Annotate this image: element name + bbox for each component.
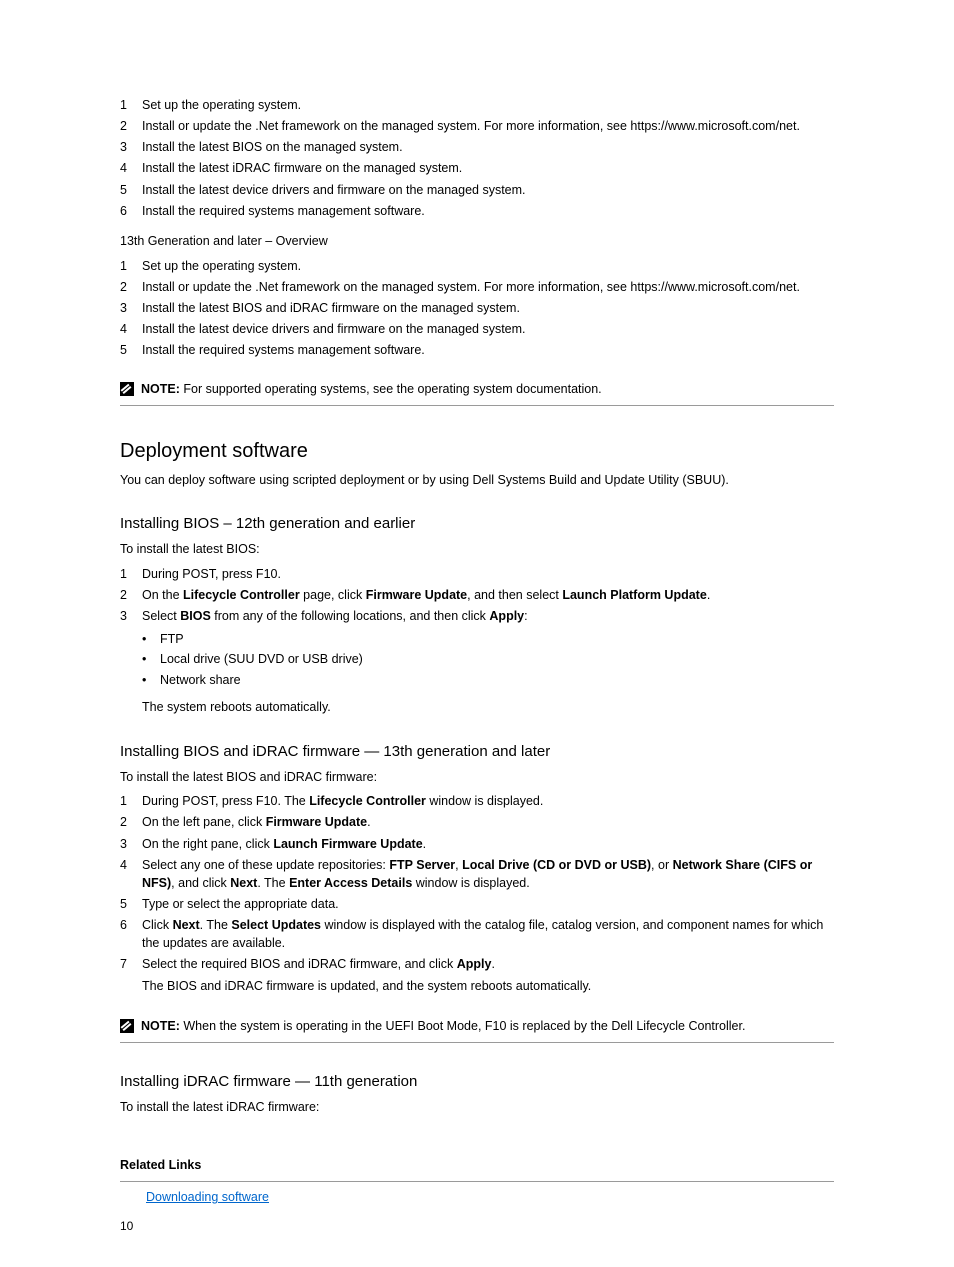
setup-steps-list-a: 1Set up the operating system. 2Install o…: [120, 96, 834, 220]
list-item: 3On the right pane, click Launch Firmwar…: [120, 835, 834, 853]
list-item: 3Select BIOS from any of the following l…: [120, 607, 834, 625]
idrac11-intro: To install the latest iDRAC firmware:: [120, 1098, 834, 1117]
related-links-heading: Related Links: [120, 1156, 834, 1175]
note-block: NOTE: When the system is operating in th…: [120, 1018, 834, 1043]
subsection-heading-bios-12g: Installing BIOS – 12th generation and ea…: [120, 515, 834, 532]
list-item: 1During POST, press F10. The Lifecycle C…: [120, 792, 834, 810]
list-item: 2On the left pane, click Firmware Update…: [120, 813, 834, 831]
note-icon: [120, 1019, 134, 1033]
deployment-body: You can deploy software using scripted d…: [120, 471, 834, 490]
g13-after: The BIOS and iDRAC firmware is updated, …: [142, 977, 834, 996]
list-item: 6Install the required systems management…: [120, 202, 834, 220]
list-item: 2Install or update the .Net framework on…: [120, 278, 834, 296]
list-item: •Network share: [142, 671, 834, 690]
list-item: 5Type or select the appropriate data.: [120, 895, 834, 913]
list-item: 4Install the latest iDRAC firmware on th…: [120, 159, 834, 177]
note-label: NOTE:: [141, 1019, 180, 1033]
note-body: When the system is operating in the UEFI…: [180, 1019, 746, 1033]
related-link-row: Downloading software: [146, 1188, 834, 1207]
note-body: For supported operating systems, see the…: [180, 382, 602, 396]
list-item: •FTP: [142, 630, 834, 649]
list-item: 2On the Lifecycle Controller page, click…: [120, 586, 834, 604]
subsection-heading-idrac-11g: Installing iDRAC firmware — 11th generat…: [120, 1073, 834, 1090]
list-item: 7Select the required BIOS and iDRAC firm…: [120, 955, 834, 973]
note-block: NOTE: For supported operating systems, s…: [120, 381, 834, 406]
list-item: •Local drive (SUU DVD or USB drive): [142, 650, 834, 669]
note-icon: [120, 382, 134, 396]
note-label: NOTE:: [141, 382, 180, 396]
list-item: 3Install the latest BIOS and iDRAC firmw…: [120, 299, 834, 317]
list-item: 4Select any one of these update reposito…: [120, 856, 834, 892]
bios-reboot-text: The system reboots automatically.: [142, 698, 834, 717]
related-link-downloading-software[interactable]: Downloading software: [146, 1190, 269, 1204]
bios-steps-list: 1During POST, press F10. 2On the Lifecyc…: [120, 565, 834, 625]
divider: [120, 1181, 834, 1182]
list-item: 2Install or update the .Net framework on…: [120, 117, 834, 135]
g13-intro: To install the latest BIOS and iDRAC fir…: [120, 768, 834, 787]
g13-overview: 13th Generation and later – Overview: [120, 232, 834, 251]
g13-steps-list: 1During POST, press F10. The Lifecycle C…: [120, 792, 834, 973]
section-heading-deployment: Deployment software: [120, 440, 834, 463]
subsection-heading-bios-13g: Installing BIOS and iDRAC firmware — 13t…: [120, 743, 834, 760]
list-item: 3Install the latest BIOS on the managed …: [120, 138, 834, 156]
document-page: 1Set up the operating system. 2Install o…: [0, 0, 954, 1267]
setup-steps-list-b: 1Set up the operating system. 2Install o…: [120, 257, 834, 360]
list-item: 1Set up the operating system.: [120, 96, 834, 114]
list-item: 5Install the latest device drivers and f…: [120, 181, 834, 199]
list-item: 5Install the required systems management…: [120, 341, 834, 359]
bios-intro: To install the latest BIOS:: [120, 540, 834, 559]
list-item: 6Click Next. The Select Updates window i…: [120, 916, 834, 952]
list-item: 4Install the latest device drivers and f…: [120, 320, 834, 338]
list-item: 1Set up the operating system.: [120, 257, 834, 275]
page-number: 10: [120, 1219, 133, 1233]
bios-locations-list: •FTP •Local drive (SUU DVD or USB drive)…: [142, 630, 834, 690]
list-item: 1During POST, press F10.: [120, 565, 834, 583]
